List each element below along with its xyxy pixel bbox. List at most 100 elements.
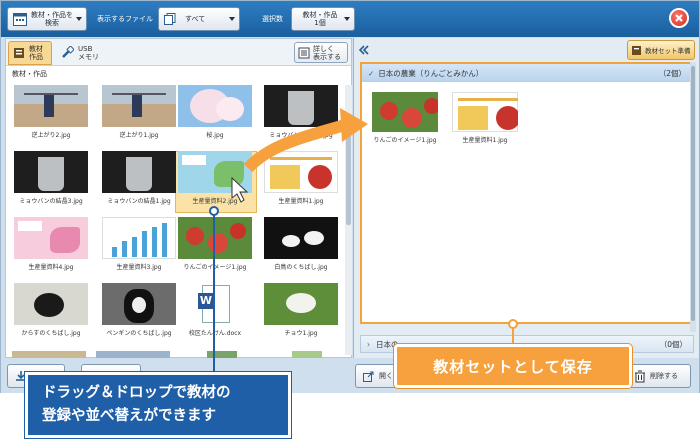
file-thumbnail[interactable]: W 校区たんけん.docx <box>178 283 252 337</box>
open-label: 開く <box>379 372 393 380</box>
thumbnail-image <box>102 283 176 325</box>
file-name: からすのくちばし.jpg <box>21 330 81 337</box>
group-header[interactable]: ✓ 日本の農業（りんごとみかん） （2個） <box>362 64 692 82</box>
file-thumbnail[interactable]: ペンギンのくちばし.jpg <box>102 283 176 337</box>
file-thumbnail[interactable]: チョウ1.jpg <box>264 283 338 337</box>
calendar-icon <box>13 13 27 26</box>
material-set-group[interactable]: ✓ 日本の農業（りんごとみかん） （2個） りんごのイメージ1.jpg 生産量資料1… <box>360 62 694 324</box>
thumbnail-image <box>102 151 176 193</box>
select-count-label: 選択数 <box>262 15 283 23</box>
file-thumbnail[interactable]: 生産量資料3.jpg <box>102 217 176 271</box>
file-name: ミョウバンの結晶2.jpg <box>269 132 333 139</box>
drag-callout: ドラッグ＆ドロップで教材の 登録や並べ替えができます <box>25 372 291 438</box>
file-thumbnail[interactable]: からすのくちばし.jpg <box>14 283 88 337</box>
detail-line2: 表示する <box>313 52 341 61</box>
file-name: 生産量資料3.jpg <box>116 264 162 271</box>
tab-usb-line1: USB <box>78 45 93 53</box>
file-name: ミョウバンの結晶3.jpg <box>19 198 83 205</box>
file-thumbnail[interactable]: ミョウバンの結晶1.jpg <box>102 151 176 205</box>
list-icon <box>298 47 310 58</box>
thumbnail-image <box>372 92 438 132</box>
close-button[interactable] <box>669 8 689 28</box>
set-panel-header: 教材セット準備 <box>354 38 699 62</box>
thumbnail-image <box>14 85 88 127</box>
right-scrollbar[interactable] <box>690 62 696 332</box>
thumbnail-image <box>178 217 252 259</box>
library-tabs: 教材 作品 USB メモリ 詳しく 表示する <box>6 39 351 66</box>
thumbnail-image <box>14 283 88 325</box>
file-thumbnail[interactable]: ミョウバンの結晶3.jpg <box>14 151 88 205</box>
detail-line1: 詳しく <box>313 44 334 53</box>
set-item-thumbnail[interactable]: 生産量資料1.jpg <box>452 92 518 144</box>
thumbnail-image <box>14 151 88 193</box>
file-name: ペンギンのくちばし.jpg <box>106 330 172 337</box>
trash-icon <box>635 370 645 382</box>
file-name: 白鳥のくちばし.jpg <box>274 264 328 271</box>
material-search-line2: 検索 <box>45 19 59 27</box>
toolbar: 教材・作品を 検索 表示するファイル すべて 選択数 教材・作品 1個 <box>1 1 699 37</box>
close-icon <box>675 14 683 22</box>
left-scrollbar[interactable] <box>345 85 352 355</box>
select-count-dropdown[interactable]: 教材・作品 1個 <box>291 7 355 31</box>
section-label: 教材・作品 <box>12 70 47 78</box>
file-thumbnail[interactable]: 逆上がり1.jpg <box>102 85 176 139</box>
group-count: （2個） <box>658 68 686 78</box>
file-thumbnail[interactable]: 生産量資料4.jpg <box>14 217 88 271</box>
thumbnail-image <box>264 283 338 325</box>
group-title: 日本の農業（りんごとみかん） <box>378 68 484 78</box>
delete-button[interactable]: 削除する <box>627 364 691 388</box>
set-prepare-label: 教材セット準備 <box>645 47 691 55</box>
book-icon <box>14 48 24 58</box>
thumbnail-image: W <box>178 283 252 325</box>
detail-view-button[interactable]: 詳しく 表示する <box>294 42 348 63</box>
collapse-icon[interactable] <box>358 44 370 56</box>
chevron-down-icon <box>76 17 82 21</box>
file-thumbnail[interactable]: 白鳥のくちばし.jpg <box>264 217 338 271</box>
file-thumbnail[interactable]: 桜.jpg <box>178 85 252 139</box>
file-thumbnail[interactable]: 生産量資料1.jpg <box>264 151 338 205</box>
file-name: 生産量資料1.jpg <box>278 198 324 205</box>
copy-icon <box>164 13 176 25</box>
file-thumbnail[interactable]: 逆上がり2.jpg <box>14 85 88 139</box>
save-callout: 教材セットとして保存 <box>394 344 632 388</box>
file-name: ミョウバンの結晶1.jpg <box>107 198 171 205</box>
file-name: チョウ1.jpg <box>284 330 318 337</box>
file-name: 校区たんけん.docx <box>188 330 242 337</box>
file-thumbnail[interactable]: ミョウバンの結晶2.jpg <box>264 85 338 139</box>
material-search-button[interactable]: 教材・作品を 検索 <box>7 7 87 31</box>
file-name: りんごのイメージ1.jpg <box>373 137 437 144</box>
delete-label: 削除する <box>650 372 678 380</box>
show-file-label: 表示するファイル <box>97 15 153 23</box>
check-icon: ✓ <box>368 68 375 78</box>
file-filter-value: すべて <box>185 15 206 23</box>
tab-usb[interactable]: USB メモリ <box>56 41 106 65</box>
book-icon <box>632 45 641 55</box>
tab-usb-line2: メモリ <box>78 53 99 61</box>
file-thumbnail[interactable]: 生産量資料2.jpg <box>178 151 252 205</box>
library-panel: 教材 作品 USB メモリ 詳しく 表示する 教材・作品 逆上がり2.jpg 逆上がり1… <box>5 38 352 359</box>
select-count-line1: 教材・作品 <box>302 11 338 19</box>
file-name: 桜.jpg <box>206 132 224 139</box>
thumbnail-image <box>452 92 518 132</box>
file-thumbnail[interactable]: りんごのイメージ1.jpg <box>178 217 252 271</box>
chevron-right-icon: › <box>367 339 370 349</box>
file-name: 生産量資料4.jpg <box>28 264 74 271</box>
tab-material[interactable]: 教材 作品 <box>8 41 52 65</box>
drag-callout-line2: 登録や並べ替えができます <box>42 408 216 424</box>
file-filter-select[interactable]: すべて <box>158 7 240 31</box>
set-items: りんごのイメージ1.jpg 生産量資料1.jpg <box>362 82 692 282</box>
set-prepare-button[interactable]: 教材セット準備 <box>627 40 695 60</box>
thumbnail-image <box>14 217 88 259</box>
group2-count: （0個） <box>659 339 687 349</box>
thumbnail-image <box>178 151 252 193</box>
thumbnail-image <box>264 217 338 259</box>
material-set-panel: 教材セット準備 ✓ 日本の農業（りんごとみかん） （2個） りんごのイメージ1.j… <box>353 38 699 358</box>
tab-material-line2: 作品 <box>29 53 43 61</box>
material-search-line1: 教材・作品を <box>31 11 73 19</box>
file-name: 生産量資料2.jpg <box>192 198 238 205</box>
file-name: 生産量資料1.jpg <box>462 137 508 144</box>
open-external-icon <box>363 371 374 382</box>
file-name: 逆上がり2.jpg <box>31 132 71 139</box>
set-item-thumbnail[interactable]: りんごのイメージ1.jpg <box>372 92 438 144</box>
usb-icon <box>62 46 74 58</box>
